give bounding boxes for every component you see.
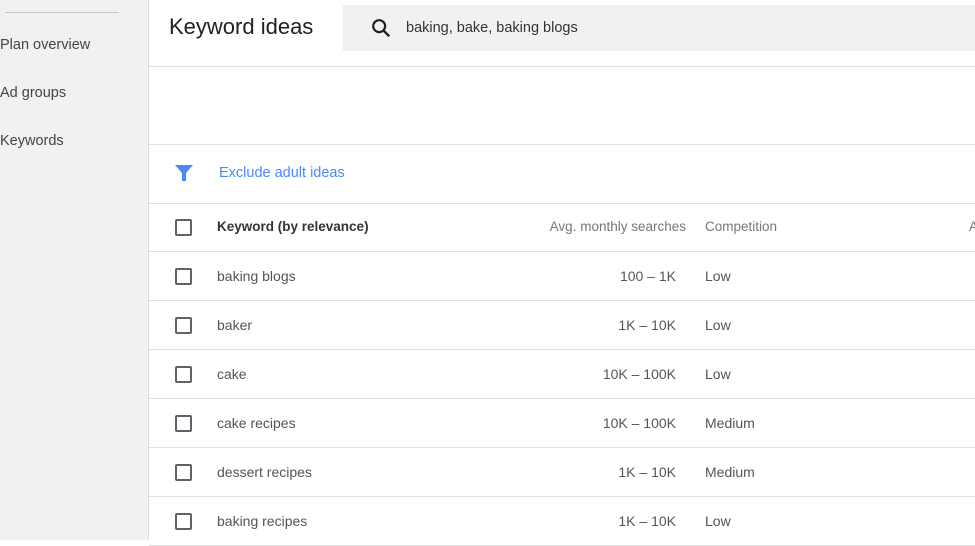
search-icon bbox=[372, 19, 391, 38]
row-checkbox[interactable] bbox=[175, 513, 192, 530]
sidebar-item-ad-groups[interactable]: Ad groups bbox=[0, 85, 66, 101]
searches-cell: 10K – 100K bbox=[602, 415, 676, 431]
row-checkbox[interactable] bbox=[175, 317, 192, 334]
searches-cell: 10K – 100K bbox=[602, 366, 676, 382]
searches-cell: 1K – 10K bbox=[618, 513, 676, 529]
column-header-truncated[interactable]: A bbox=[969, 219, 975, 234]
table-row: dessert recipes 1K – 10K Medium bbox=[149, 448, 975, 497]
keyword-cell: baking recipes bbox=[217, 513, 308, 529]
main-panel: Keyword ideas Exclude adult ideas Keywor… bbox=[149, 0, 975, 546]
competition-cell: Medium bbox=[705, 464, 755, 480]
keyword-cell: cake recipes bbox=[217, 415, 296, 431]
divider bbox=[149, 66, 975, 67]
table-row: baking blogs 100 – 1K Low bbox=[149, 252, 975, 301]
searches-cell: 1K – 10K bbox=[618, 317, 676, 333]
column-header-keyword[interactable]: Keyword (by relevance) bbox=[217, 219, 369, 234]
table-header: Keyword (by relevance) Avg. monthly sear… bbox=[149, 203, 975, 252]
competition-cell: Medium bbox=[705, 415, 755, 431]
table-row: cake recipes 10K – 100K Medium bbox=[149, 399, 975, 448]
table-row: baker 1K – 10K Low bbox=[149, 301, 975, 350]
search-input[interactable] bbox=[406, 20, 806, 36]
keyword-cell: dessert recipes bbox=[217, 464, 312, 480]
exclude-adult-filter[interactable]: Exclude adult ideas bbox=[174, 163, 345, 183]
filter-icon bbox=[175, 165, 193, 181]
sidebar: Plan overview Ad groups Keywords bbox=[0, 0, 149, 540]
searches-cell: 1K – 10K bbox=[618, 464, 676, 480]
sidebar-item-plan-overview[interactable]: Plan overview bbox=[0, 37, 90, 53]
competition-cell: Low bbox=[705, 513, 731, 529]
exclude-adult-ideas-link[interactable]: Exclude adult ideas bbox=[219, 165, 345, 181]
keyword-cell: cake bbox=[217, 366, 247, 382]
divider bbox=[5, 12, 119, 13]
keyword-cell: baking blogs bbox=[217, 268, 296, 284]
column-header-searches[interactable]: Avg. monthly searches bbox=[550, 219, 686, 234]
sidebar-item-keywords[interactable]: Keywords bbox=[0, 133, 64, 149]
table-row: baking recipes 1K – 10K Low bbox=[149, 497, 975, 546]
searches-cell: 100 – 1K bbox=[619, 268, 676, 284]
search-bar[interactable] bbox=[343, 5, 975, 51]
competition-cell: Low bbox=[705, 366, 731, 382]
row-checkbox[interactable] bbox=[175, 366, 192, 383]
row-checkbox[interactable] bbox=[175, 415, 192, 432]
column-header-competition[interactable]: Competition bbox=[705, 219, 777, 234]
row-checkbox[interactable] bbox=[175, 464, 192, 481]
table-row: cake 10K – 100K Low bbox=[149, 350, 975, 399]
row-checkbox[interactable] bbox=[175, 268, 192, 285]
competition-cell: Low bbox=[705, 317, 731, 333]
divider bbox=[149, 144, 975, 145]
keyword-cell: baker bbox=[217, 317, 253, 333]
page-title: Keyword ideas bbox=[169, 14, 314, 39]
select-all-checkbox[interactable] bbox=[175, 219, 192, 236]
competition-cell: Low bbox=[705, 268, 731, 284]
